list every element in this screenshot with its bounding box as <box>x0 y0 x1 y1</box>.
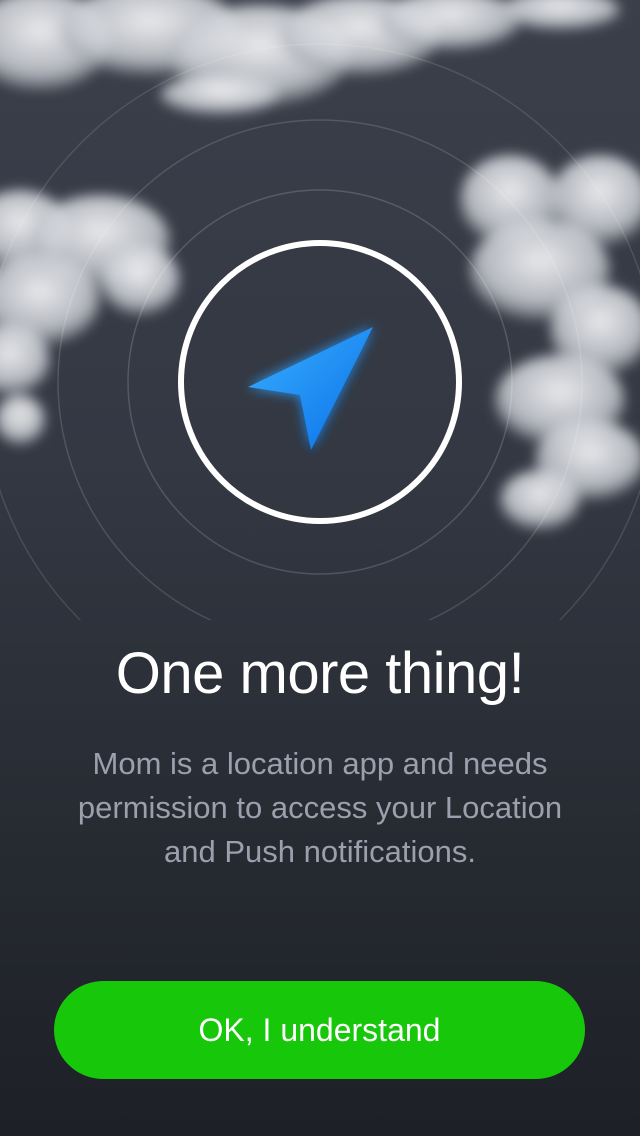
onboarding-screen: One more thing! Mom is a location app an… <box>0 0 640 1136</box>
page-title: One more thing! <box>115 641 525 706</box>
ok-understand-button[interactable]: OK, I understand <box>54 981 585 1079</box>
permission-message: Mom is a location app and needs permissi… <box>77 746 563 869</box>
location-hero <box>0 43 640 620</box>
